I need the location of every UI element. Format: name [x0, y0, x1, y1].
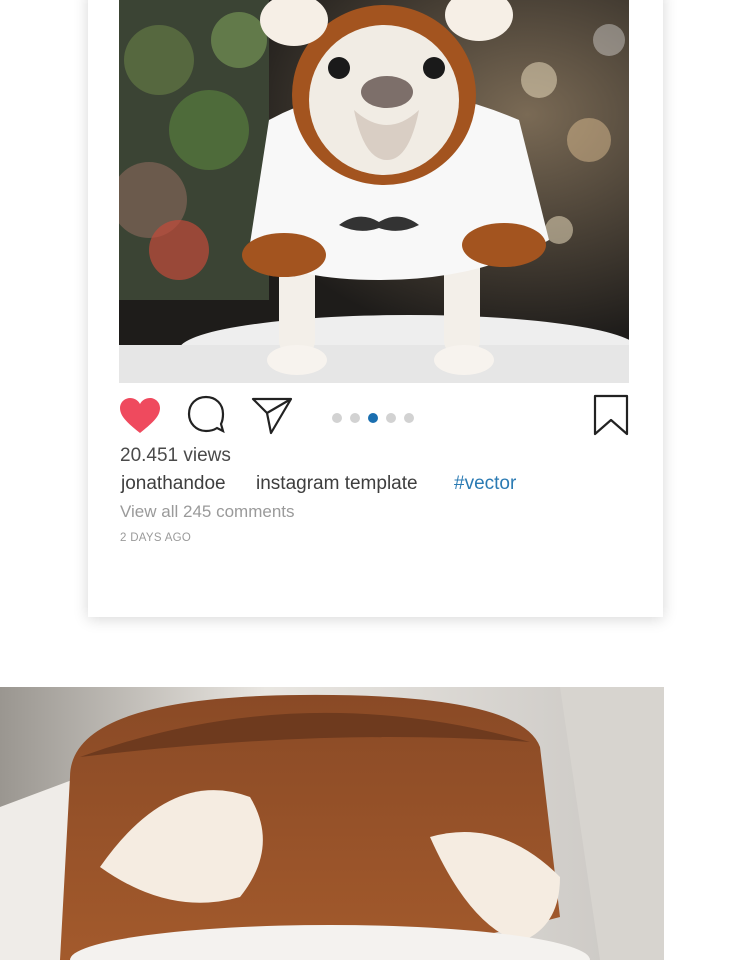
post-image[interactable]	[119, 0, 629, 383]
caption-text: instagram template	[256, 473, 418, 494]
speech-bubble-icon[interactable]	[187, 395, 225, 440]
view-count: 20.451 views	[120, 445, 231, 466]
carousel-dot[interactable]	[386, 413, 396, 423]
view-comments-link[interactable]: View all 245 comments	[120, 502, 295, 522]
username-link[interactable]: jonathandoe	[121, 473, 226, 495]
paper-plane-icon[interactable]	[251, 395, 293, 440]
hashtag-link[interactable]: #vector	[454, 473, 516, 495]
carousel-dot[interactable]	[350, 413, 360, 423]
carousel-dot-active[interactable]	[368, 413, 378, 423]
post-timestamp: 2 DAYS AGO	[120, 532, 192, 544]
carousel-dot[interactable]	[332, 413, 342, 423]
carousel-dot[interactable]	[404, 413, 414, 423]
heart-icon[interactable]	[119, 397, 161, 440]
pet-bed-image	[0, 687, 664, 960]
post-actions-bar	[119, 394, 629, 440]
bookmark-icon[interactable]	[593, 394, 629, 441]
